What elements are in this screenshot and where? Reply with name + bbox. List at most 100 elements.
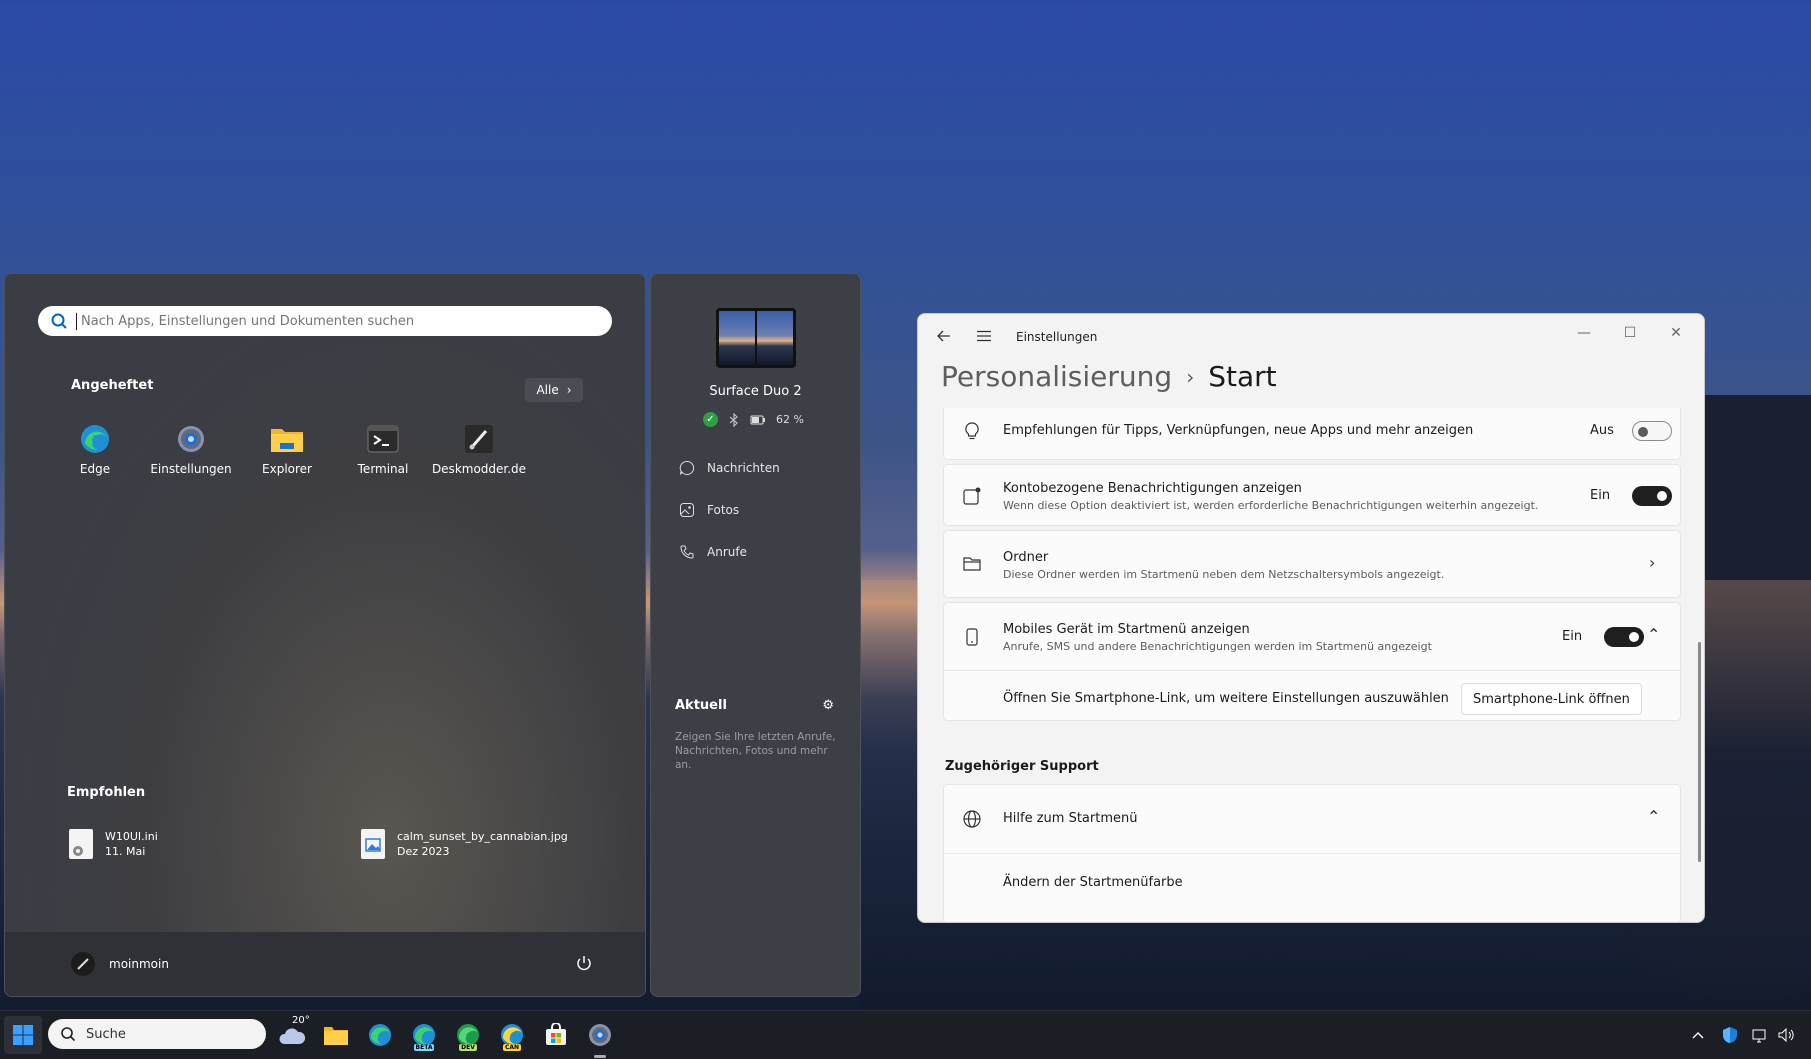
help-link[interactable]: Ändern der Startmenüfarbe: [1003, 875, 1183, 890]
scrollbar[interactable]: [1698, 642, 1701, 862]
search-icon: [61, 1027, 76, 1042]
pinned-app-einstellungen[interactable]: Einstellungen: [143, 422, 239, 476]
start-search-input[interactable]: [76, 312, 612, 330]
maximize-button[interactable]: ☐: [1608, 320, 1652, 346]
close-button[interactable]: ✕: [1654, 320, 1698, 346]
chevron-up-icon[interactable]: ⌃: [1647, 807, 1660, 826]
hamburger-menu-icon[interactable]: [976, 328, 992, 344]
battery-icon: [750, 415, 765, 424]
chevron-up-icon[interactable]: ⌃: [1647, 625, 1660, 644]
phone-item-label: Anrufe: [707, 545, 747, 559]
pinned-app-deskmodder[interactable]: Deskmodder.de: [431, 422, 527, 476]
terminal-icon: [366, 422, 400, 456]
start-search-box[interactable]: [38, 306, 612, 336]
phone-item-calls[interactable]: Anrufe: [679, 544, 747, 560]
device-name: Surface Duo 2: [709, 384, 802, 399]
recommended-file-date: 11. Mai: [105, 845, 146, 858]
phone-link-hint: Öffnen Sie Smartphone-Link, um weitere E…: [1003, 691, 1449, 706]
recommended-item[interactable]: calm_sunset_by_cannabian.jpg Dez 2023: [361, 829, 568, 859]
tips-toggle[interactable]: [1632, 421, 1672, 441]
settings-file-icon: [69, 829, 93, 859]
toggle-state: Ein: [1562, 629, 1583, 644]
canary-badge: CAN: [502, 1044, 522, 1051]
setting-account-notifications: Kontobezogene Benachrichtigungen anzeige…: [943, 464, 1681, 526]
maximize-icon: ☐: [1623, 325, 1637, 341]
taskbar-edge-dev[interactable]: DEV: [452, 1019, 484, 1051]
settings-gear-icon: [174, 422, 208, 456]
setting-title: Empfehlungen für Tipps, Verknüpfungen, n…: [1003, 423, 1474, 438]
dev-badge: DEV: [459, 1044, 477, 1051]
mobile-device-toggle[interactable]: [1604, 627, 1644, 647]
recommended-title: Empfohlen: [67, 785, 146, 800]
connected-check-icon: ✓: [703, 412, 718, 427]
phone-item-messages[interactable]: Nachrichten: [679, 460, 780, 476]
volume-icon[interactable]: [1776, 1025, 1796, 1045]
start-footer: moinmoin: [5, 932, 645, 996]
settings-window: Einstellungen — ☐ ✕ Personalisierung › S…: [917, 313, 1705, 923]
open-phone-link-button[interactable]: Smartphone-Link öffnen: [1461, 683, 1642, 715]
recommended-item[interactable]: W10UI.ini 11. Mai: [69, 829, 158, 859]
setting-title: Ordner: [1003, 550, 1049, 565]
image-file-icon: [361, 829, 385, 859]
toggle-state: Aus: [1590, 423, 1614, 438]
minimize-icon: —: [1577, 325, 1591, 341]
battery-level: 62 %: [776, 413, 804, 426]
phone-icon: [966, 628, 978, 646]
cloud-icon: [279, 1028, 306, 1044]
pinned-apps: Edge Einstellungen Explorer Terminal Des…: [47, 422, 527, 476]
account-notifications-toggle[interactable]: [1632, 486, 1672, 506]
setting-title: Mobiles Gerät im Startmenü anzeigen: [1003, 622, 1250, 637]
taskbar-edge[interactable]: [364, 1019, 396, 1051]
pinned-app-explorer[interactable]: Explorer: [239, 422, 335, 476]
taskbar: Suche 20° BETA DEV CAN: [0, 1010, 1811, 1059]
pinned-app-edge[interactable]: Edge: [47, 422, 143, 476]
page-title: Start: [1208, 360, 1277, 393]
help-title[interactable]: Hilfe zum Startmenü: [1003, 811, 1137, 826]
phone-call-icon: [680, 545, 694, 559]
help-start-menu: Hilfe zum Startmenü ⌃ Ändern der Startme…: [943, 784, 1681, 922]
setting-title: Kontobezogene Benachrichtigungen anzeige…: [1003, 481, 1302, 496]
search-icon: [51, 313, 67, 329]
taskbar-store[interactable]: [540, 1019, 572, 1051]
setting-description: Diese Ordner werden im Startmenü neben d…: [1003, 568, 1445, 581]
security-shield-icon[interactable]: [1720, 1025, 1740, 1045]
network-icon[interactable]: [1750, 1025, 1770, 1045]
store-icon: [546, 1023, 566, 1045]
chevron-up-icon[interactable]: [1688, 1025, 1708, 1045]
window-title: Einstellungen: [1016, 330, 1098, 344]
gear-icon[interactable]: ⚙: [822, 698, 834, 713]
taskbar-search-label: Suche: [86, 1026, 126, 1042]
back-arrow-icon[interactable]: [936, 328, 952, 344]
folder-outline-icon: [963, 557, 981, 571]
user-account-button[interactable]: moinmoin: [71, 952, 169, 976]
taskbar-edge-beta[interactable]: BETA: [408, 1019, 440, 1051]
breadcrumb-parent[interactable]: Personalisierung: [941, 360, 1172, 393]
start-button[interactable]: [4, 1016, 42, 1054]
chevron-right-icon: ›: [566, 383, 572, 397]
taskbar-settings[interactable]: [584, 1019, 616, 1051]
edge-icon: [369, 1024, 391, 1046]
all-apps-button[interactable]: Alle ›: [525, 378, 583, 402]
lightbulb-icon: [965, 422, 979, 440]
phone-item-label: Fotos: [707, 503, 740, 517]
windows-logo-icon: [13, 1025, 33, 1045]
setting-folders[interactable]: Ordner Diese Ordner werden im Startmenü …: [943, 530, 1681, 598]
setting-description: Anrufe, SMS und andere Benachrichtigunge…: [1003, 640, 1432, 653]
pinned-app-terminal[interactable]: Terminal: [335, 422, 431, 476]
power-icon[interactable]: [575, 954, 593, 972]
phone-item-photos[interactable]: Fotos: [679, 502, 739, 518]
taskbar-search[interactable]: Suche: [48, 1019, 266, 1049]
recommended-file-name: W10UI.ini: [105, 830, 158, 843]
minimize-button[interactable]: —: [1562, 320, 1606, 346]
related-support-title: Zugehöriger Support: [945, 759, 1099, 774]
taskbar-explorer[interactable]: [320, 1019, 352, 1051]
recent-description: Zeigen Sie Ihre letzten Anrufe, Nachrich…: [675, 731, 836, 771]
pinned-app-label: Deskmodder.de: [431, 462, 527, 476]
toggle-state: Ein: [1590, 488, 1611, 503]
device-status: ✓ 62 %: [703, 412, 804, 427]
settings-content: Empfehlungen für Tipps, Verknüpfungen, n…: [943, 408, 1681, 922]
folder-icon: [270, 422, 304, 456]
taskbar-edge-canary[interactable]: CAN: [496, 1019, 528, 1051]
setting-description: Wenn diese Option deaktiviert ist, werde…: [1003, 499, 1539, 512]
chevron-right-icon: ›: [1186, 364, 1195, 389]
